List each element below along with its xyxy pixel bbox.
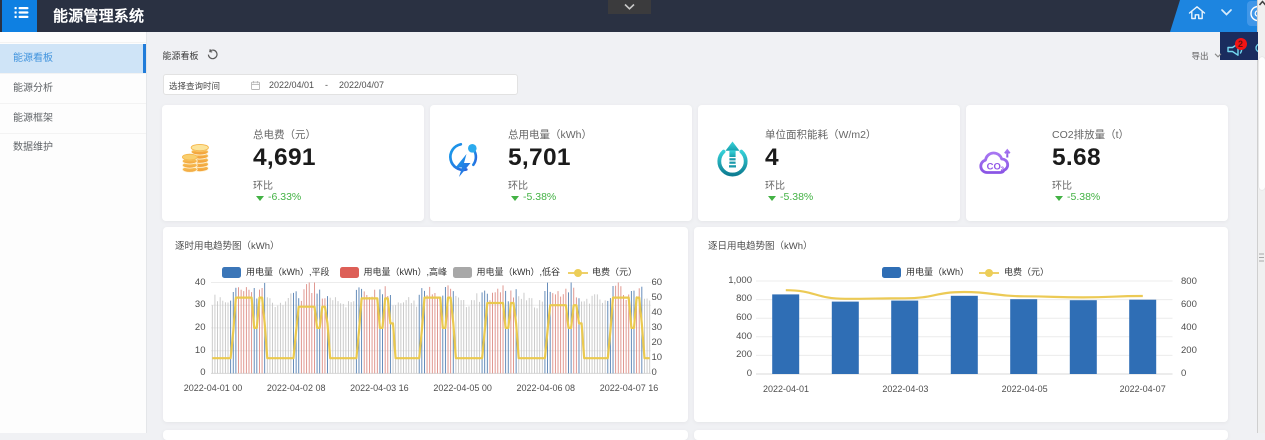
svg-text:CO: CO [987,161,1001,172]
